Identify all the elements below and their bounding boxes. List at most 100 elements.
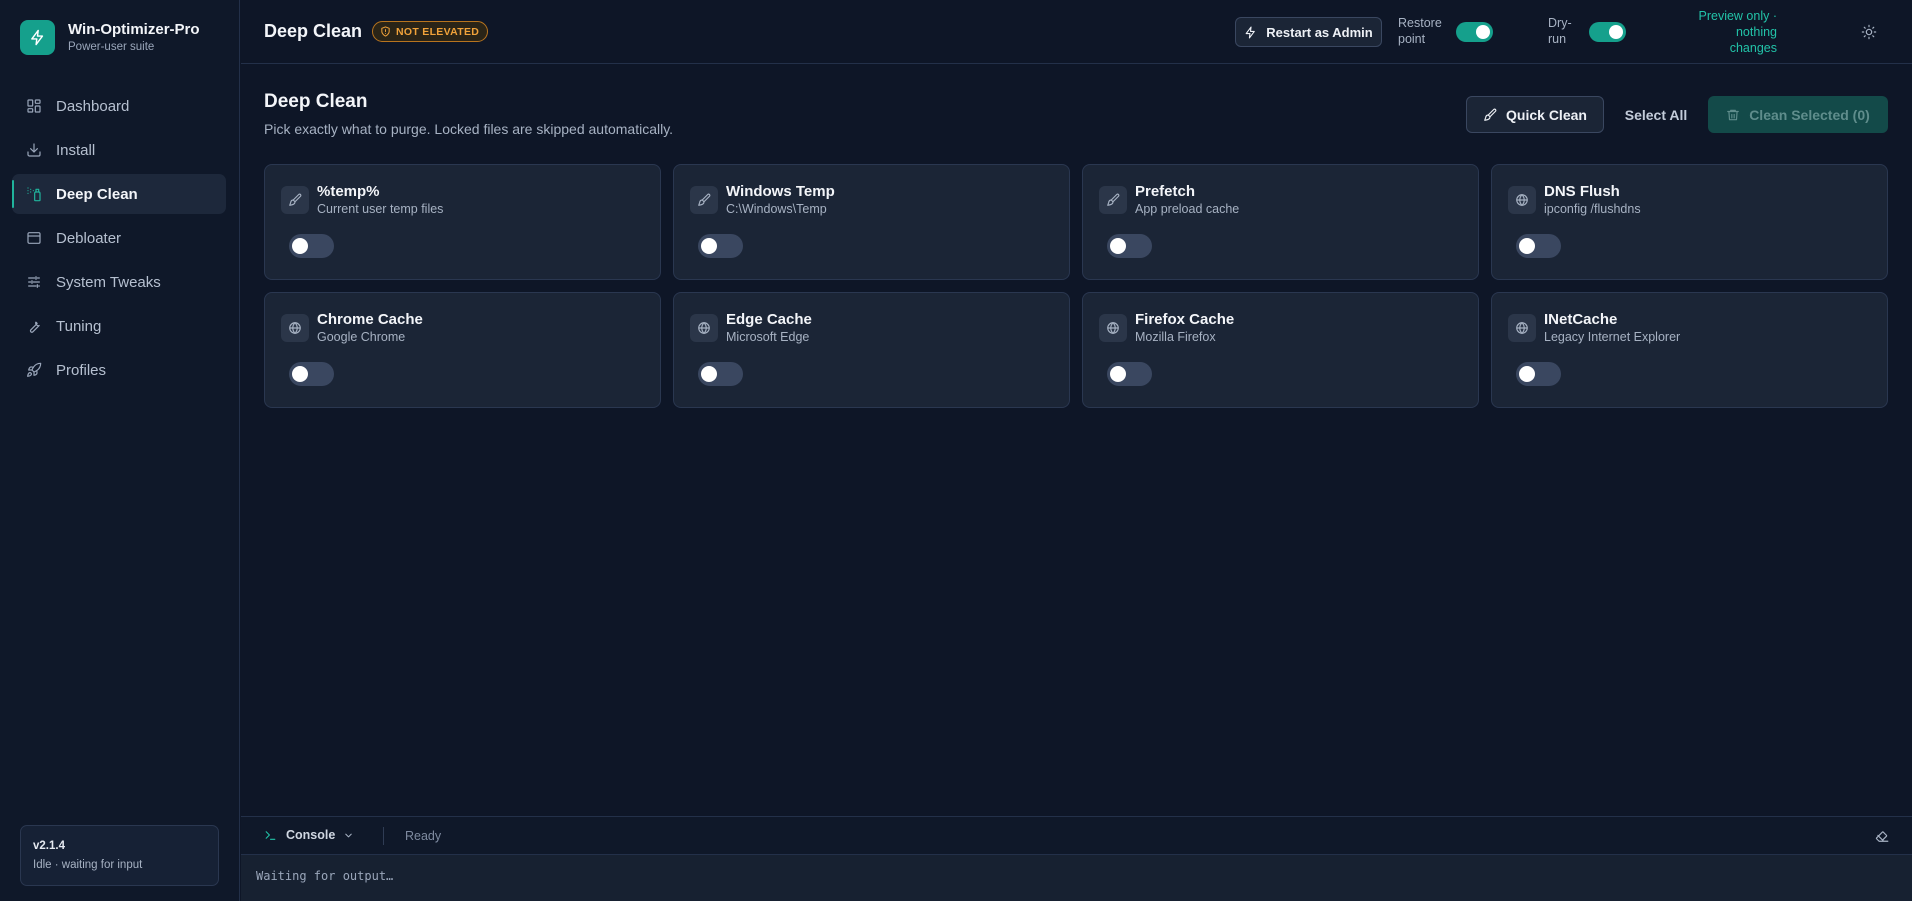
lightning-icon	[1244, 26, 1257, 39]
sidebar-item-label: Install	[56, 141, 96, 159]
clean-card-windows-temp: Windows Temp C:\Windows\Temp	[673, 164, 1070, 280]
console-status: Ready	[405, 829, 442, 843]
select-all-button[interactable]: Select All	[1614, 96, 1698, 133]
sidebar-item-label: Profiles	[56, 361, 107, 379]
globe-icon	[1099, 314, 1127, 342]
restore-point-label: Restore point	[1398, 15, 1442, 47]
version-number: v2.1.4	[33, 840, 65, 852]
card-title: DNS Flush	[1544, 183, 1620, 200]
clean-card-firefox-cache: Firefox Cache Mozilla Firefox	[1082, 292, 1479, 408]
sidebar-item-label: Dashboard	[56, 97, 130, 115]
clean-toggle-firefox-cache[interactable]	[1107, 362, 1152, 386]
preview-note-line2: nothing	[1735, 25, 1777, 39]
window-icon	[26, 230, 42, 246]
restore-point-toggle[interactable]	[1456, 22, 1493, 42]
toggle-knob	[292, 366, 308, 382]
sidebar-nav: Dashboard Install Deep Clean Debloater S…	[12, 86, 226, 394]
restart-as-admin-button[interactable]: Restart as Admin	[1235, 17, 1382, 47]
grid-icon	[26, 98, 42, 114]
brand: Win-Optimizer-Pro Power-user suite	[20, 20, 200, 55]
card-description: Current user temp files	[317, 202, 444, 216]
globe-icon	[1508, 186, 1536, 214]
sidebar-item-profiles[interactable]: Profiles	[12, 350, 226, 390]
page-title: Deep Clean	[264, 91, 368, 112]
clean-toggle-inetcache[interactable]	[1516, 362, 1561, 386]
card-title: INetCache	[1544, 311, 1618, 328]
toggle-knob	[1110, 366, 1126, 382]
rocket-icon	[26, 362, 42, 378]
quick-clean-label: Quick Clean	[1506, 106, 1587, 123]
card-title: Prefetch	[1135, 183, 1196, 200]
clean-card-prefetch: Prefetch App preload cache	[1082, 164, 1479, 280]
console-output-text: Waiting for output…	[256, 869, 394, 883]
spray-icon	[26, 186, 42, 202]
clean-toggle-edge-cache[interactable]	[698, 362, 743, 386]
sidebar-item-tuning[interactable]: Tuning	[12, 306, 226, 346]
elevation-badge-label: NOT ELEVATED	[396, 25, 480, 38]
page-subtitle: Pick exactly what to purge. Locked files…	[264, 121, 674, 137]
clean-options-grid: %temp% Current user temp files Windows T…	[264, 164, 1888, 408]
clean-toggle-chrome-cache[interactable]	[289, 362, 334, 386]
clean-toggle-temp[interactable]	[289, 234, 334, 258]
toggle-knob	[1519, 238, 1535, 254]
card-description: Microsoft Edge	[726, 330, 810, 344]
brush-icon	[1483, 108, 1497, 122]
eraser-icon[interactable]	[1875, 829, 1889, 843]
brush-icon	[281, 186, 309, 214]
sidebar-item-dashboard[interactable]: Dashboard	[12, 86, 226, 126]
brush-icon	[1099, 186, 1127, 214]
app-subtitle: Power-user suite	[68, 41, 155, 53]
toggle-knob	[1476, 25, 1490, 39]
toggle-knob	[1519, 366, 1535, 382]
clean-card-inetcache: INetCache Legacy Internet Explorer	[1491, 292, 1888, 408]
sidebar-item-debloater[interactable]: Debloater	[12, 218, 226, 258]
sun-icon[interactable]	[1861, 24, 1877, 40]
quick-clean-button[interactable]: Quick Clean	[1466, 96, 1604, 133]
clean-selected-button[interactable]: Clean Selected (0)	[1708, 96, 1888, 133]
sidebar-item-deep-clean[interactable]: Deep Clean	[12, 174, 226, 214]
restart-as-admin-label: Restart as Admin	[1266, 24, 1373, 40]
clean-toggle-windows-temp[interactable]	[698, 234, 743, 258]
preview-note-line3: changes	[1729, 41, 1777, 55]
shield-alert-icon	[380, 26, 391, 37]
console-output: Waiting for output…	[241, 854, 1912, 901]
clean-toggle-dns-flush[interactable]	[1516, 234, 1561, 258]
card-description: Legacy Internet Explorer	[1544, 330, 1681, 344]
card-title: %temp%	[317, 183, 380, 200]
card-description: ipconfig /flushdns	[1544, 202, 1641, 216]
clean-card-temp: %temp% Current user temp files	[264, 164, 661, 280]
clean-card-dns-flush: DNS Flush ipconfig /flushdns	[1491, 164, 1888, 280]
toggle-knob	[1110, 238, 1126, 254]
brush-icon	[690, 186, 718, 214]
restore-point-label-line1: Restore	[1398, 16, 1442, 30]
sliders-icon	[26, 274, 42, 290]
console-tab[interactable]: Console	[264, 828, 354, 842]
preview-note-line1: Preview only ·	[1698, 9, 1778, 23]
dry-run-label-line2: run	[1548, 32, 1567, 46]
dry-run-label-line1: Dry-	[1548, 16, 1572, 30]
download-icon	[26, 142, 42, 158]
sidebar-item-install[interactable]: Install	[12, 130, 226, 170]
terminal-icon	[264, 829, 277, 842]
console-divider	[383, 827, 384, 845]
chevron-down-icon	[343, 830, 354, 841]
card-description: App preload cache	[1135, 202, 1240, 216]
dry-run-toggle[interactable]	[1589, 22, 1626, 42]
sidebar-item-system-tweaks[interactable]: System Tweaks	[12, 262, 226, 302]
sidebar-item-label: Deep Clean	[56, 185, 138, 203]
version-panel: v2.1.4 Idle · waiting for input	[20, 825, 219, 886]
clean-toggle-prefetch[interactable]	[1107, 234, 1152, 258]
card-description: C:\Windows\Temp	[726, 202, 827, 216]
app-status: Idle · waiting for input	[33, 859, 143, 871]
sidebar: Win-Optimizer-Pro Power-user suite Dashb…	[0, 0, 240, 901]
card-title: Windows Temp	[726, 183, 835, 200]
card-title: Firefox Cache	[1135, 311, 1235, 328]
app-name: Win-Optimizer-Pro	[68, 21, 200, 38]
elevation-badge: NOT ELEVATED	[372, 21, 489, 42]
sidebar-item-label: Tuning	[56, 317, 102, 335]
clean-card-chrome-cache: Chrome Cache Google Chrome	[264, 292, 661, 408]
dry-run-label: Dry- run	[1548, 15, 1572, 47]
trash-icon	[1726, 108, 1740, 122]
restore-point-label-line2: point	[1398, 32, 1426, 46]
header-title: Deep Clean	[264, 21, 363, 41]
